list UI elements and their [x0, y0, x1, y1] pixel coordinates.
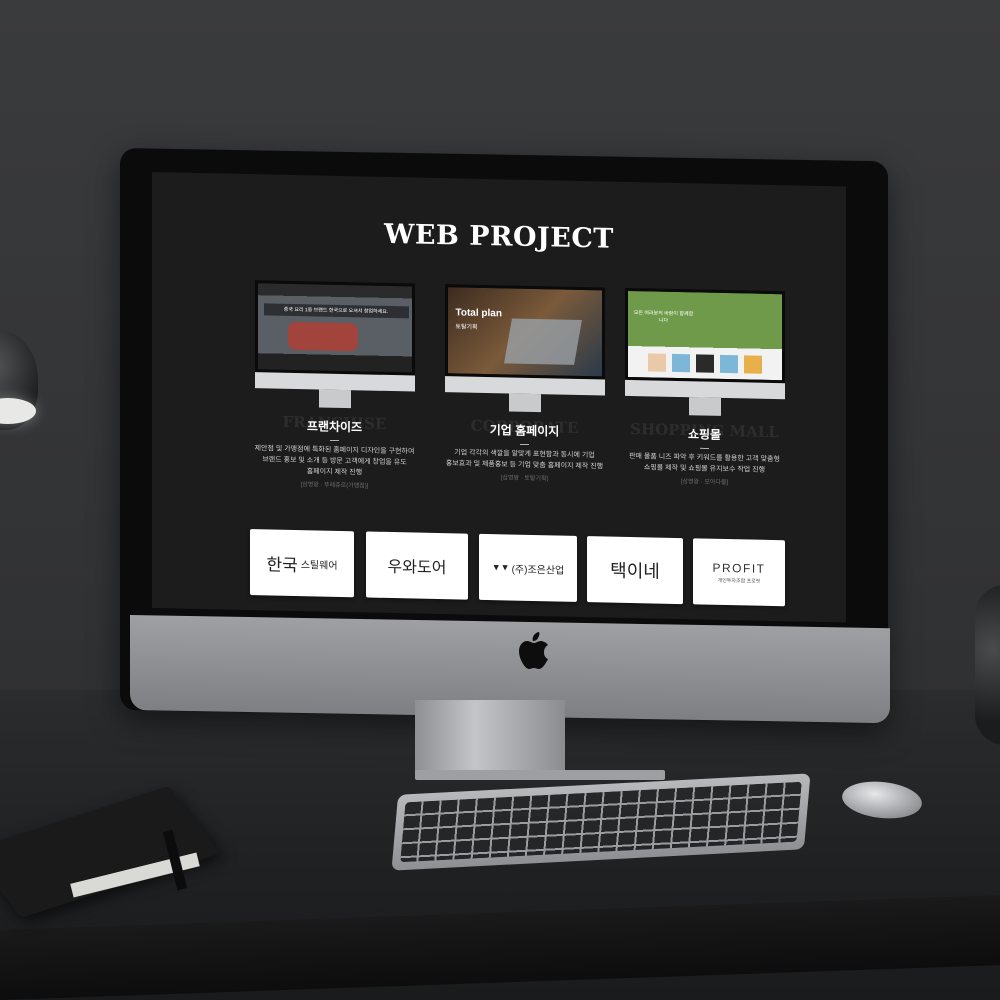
client-logo-taekine[interactable]: 택이네	[587, 536, 683, 605]
project-name: FRANCHISE 프랜차이즈	[247, 413, 422, 437]
project-description: 기업 각각의 색깔을 알맞게 표현함과 동시에 기업 홍보효과 및 제품홍보 등…	[437, 447, 612, 473]
project-tag: [삼영왕 · 뚜레쥬르(가맹점)]	[300, 482, 369, 490]
logo-main-text: 택이네	[610, 560, 660, 583]
mini-headline: 모든 여러분의 바람이 함께합니다	[633, 310, 694, 324]
client-logo-hankuk[interactable]: 한국 스틸웨어	[250, 529, 354, 598]
mini-product	[647, 353, 666, 372]
project-ghost-text: SHOPPING MALL	[630, 420, 779, 442]
mini-laptop	[503, 318, 582, 365]
mini-screen-shop: 모든 여러분의 바람이 함께합니다	[624, 287, 785, 384]
imac-stand-base	[415, 770, 665, 780]
client-logo-uwadoor[interactable]: 우와도어	[366, 531, 468, 600]
logo-sub-text: 스틸웨어	[300, 559, 338, 572]
project-card-corporate[interactable]: Total plan 토탈기획 CORPORATE 기업 홈페이지 — 기업 각…	[437, 284, 612, 484]
project-description: 판매 물품 니즈 파악 후 키워드를 활용한 고객 맞춤형 쇼핑몰 제작 및 쇼…	[617, 451, 792, 477]
logo-main-text: 우와도어	[387, 558, 447, 578]
client-logo-joeun[interactable]: ▼▼ (주)조은산업	[479, 533, 577, 602]
project-ghost-text: CORPORATE	[470, 416, 579, 437]
screen: WEB PROJECT 중국 요리 1등 브랜드 한국으로 오셔서 창업하세요.…	[152, 172, 846, 623]
project-card-shopping-mall[interactable]: 모든 여러분의 바람이 함께합니다 SHOPPING MALL 쇼핑몰 — 판매…	[617, 287, 792, 488]
mini-chin	[254, 372, 415, 392]
mini-image	[287, 321, 358, 352]
mini-product	[671, 353, 690, 373]
mini-product	[695, 354, 714, 373]
mini-screen-corporate: Total plan 토탈기획	[444, 284, 605, 380]
keyboard-key-rows	[400, 781, 802, 863]
logo-mark-icon: ▼▼	[491, 562, 510, 573]
mini-monitor: 중국 요리 1등 브랜드 한국으로 오셔서 창업하세요.	[254, 280, 415, 409]
project-description: 제안점 및 가맹점에 특화된 홈페이지 디자인을 구현하여 브랜드 홍보 및 소…	[247, 443, 422, 480]
mini-product	[743, 355, 762, 374]
apple-logo-icon	[519, 632, 548, 669]
client-logo-profit[interactable]: PROFIT 개인투자조합 프로핏	[693, 538, 785, 607]
mini-screen-franchise: 중국 요리 1등 브랜드 한국으로 오셔서 창업하세요.	[254, 280, 415, 376]
project-ghost-text: FRANCHISE	[282, 412, 387, 433]
project-name: SHOPPING MALL 쇼핑몰	[617, 420, 792, 445]
page-title: WEB PROJECT	[384, 218, 614, 255]
mini-headline: Total plan	[455, 307, 502, 320]
mini-chin	[444, 376, 605, 396]
imac-stand	[415, 700, 565, 778]
mini-subheadline: 토탈기획	[455, 324, 478, 331]
mini-stand	[508, 393, 541, 413]
mini-stand	[318, 389, 351, 409]
mini-product	[719, 354, 738, 374]
mini-headline: 중국 요리 1등 브랜드 한국으로 오셔서 창업하세요.	[263, 303, 409, 319]
mini-monitor: Total plan 토탈기획	[444, 284, 605, 413]
logo-main-text: 한국	[266, 554, 298, 576]
mini-monitor: 모든 여러분의 바람이 함께합니다	[624, 287, 785, 416]
project-tag: [삼영왕 · 토탈기획]	[500, 475, 549, 483]
desc-line: 쇼핑몰 제작 및 쇼핑몰 유지보수 작업 진행	[643, 464, 766, 474]
mini-chin	[624, 379, 785, 400]
logo-main-text: PROFIT	[712, 560, 766, 576]
logo-sub-text: 개인투자조합 프로핏	[717, 577, 761, 585]
speaker	[975, 585, 1000, 745]
project-tag: [삼영왕 · 모아다몰]	[680, 479, 729, 487]
logo-main-text: (주)조은산업	[511, 564, 565, 577]
project-card-franchise[interactable]: 중국 요리 1등 브랜드 한국으로 오셔서 창업하세요. FRANCHISE 프…	[247, 280, 422, 491]
mini-stand	[688, 397, 721, 416]
project-name: CORPORATE 기업 홈페이지	[437, 417, 612, 441]
desc-line: 홍보효과 및 제품홍보 등 기업 맞춤 홈페이지 제작 진행	[445, 460, 604, 471]
